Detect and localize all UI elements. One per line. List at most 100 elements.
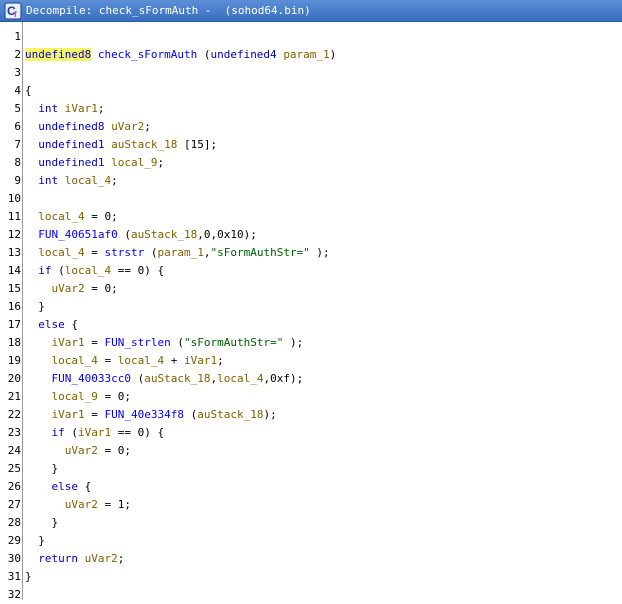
code-line[interactable]: 6 undefined8 uVar2;	[0, 118, 622, 136]
code-line[interactable]: 12 FUN_40651af0 (auStack_18,0,0x10);	[0, 226, 622, 244]
code-token[interactable]: FUN_40e334f8	[105, 408, 184, 421]
code-token[interactable]: uVar2	[85, 552, 118, 565]
code-line[interactable]: 24 uVar2 = 0;	[0, 442, 622, 460]
code-line[interactable]: 17 else {	[0, 316, 622, 334]
code-token[interactable]: uVar2	[65, 498, 98, 511]
code-line[interactable]: 31}	[0, 568, 622, 586]
code-token[interactable]: strstr	[104, 246, 144, 259]
code-token[interactable]: local_4	[217, 372, 263, 385]
code-line[interactable]: 7 undefined1 auStack_18 [15];	[0, 136, 622, 154]
code-line[interactable]: 1	[0, 28, 622, 46]
code-line[interactable]: 3	[0, 64, 622, 82]
code-token[interactable]: local_4	[118, 354, 164, 367]
window-titlebar[interactable]: C f Decompile: check_sFormAuth - (sohod6…	[0, 0, 622, 22]
code-line[interactable]: 5 int iVar1;	[0, 100, 622, 118]
code-token[interactable]: iVar1	[52, 336, 85, 349]
code-line[interactable]: 29 }	[0, 532, 622, 550]
code-text: undefined1 auStack_18 [15];	[25, 136, 217, 154]
code-line[interactable]: 32	[0, 586, 622, 604]
code-token[interactable]: iVar1	[184, 354, 217, 367]
code-text: undefined8 uVar2;	[25, 118, 151, 136]
line-number: 5	[14, 102, 21, 115]
code-token[interactable]: FUN_strlen	[105, 336, 171, 349]
code-token[interactable]: iVar1	[78, 426, 111, 439]
code-line[interactable]: 28 }	[0, 514, 622, 532]
code-token[interactable]: auStack_18	[111, 138, 177, 151]
line-number: 28	[7, 516, 21, 529]
code-token[interactable]: iVar1	[52, 408, 85, 421]
code-text: else {	[25, 478, 92, 496]
code-token[interactable]: local_4	[38, 210, 84, 223]
code-token[interactable]: FUN_40033cc0	[52, 372, 131, 385]
code-token[interactable]: local_4	[65, 174, 111, 187]
code-text: return uVar2;	[25, 550, 124, 568]
line-number: 14	[7, 264, 21, 277]
code-line[interactable]: 20 FUN_40033cc0 (auStack_18,local_4,0xf)…	[0, 370, 622, 388]
code-line[interactable]: 8 undefined1 local_9;	[0, 154, 622, 172]
code-token[interactable]: iVar1	[65, 102, 98, 115]
code-token[interactable]: local_4	[52, 354, 98, 367]
code-line[interactable]: 11 local_4 = 0;	[0, 208, 622, 226]
code-line[interactable]: 18 iVar1 = FUN_strlen ("sFormAuthStr=" )…	[0, 334, 622, 352]
code-token[interactable]: check_sFormAuth	[98, 48, 197, 61]
line-number: 18	[7, 336, 21, 349]
decompiler-code-view[interactable]: 1 2 undefined8 check_sFormAuth (undefined4…	[0, 22, 622, 601]
code-token[interactable]: auStack_18	[131, 228, 197, 241]
code-token: undefined1	[38, 138, 105, 151]
window-title: Decompile: check_sFormAuth - (sohod64.bi…	[26, 4, 311, 17]
code-text: undefined8 check_sFormAuth (undefined4 p…	[25, 46, 336, 64]
line-number: 20	[7, 372, 21, 385]
code-lines: 1 2 undefined8 check_sFormAuth (undefined4…	[0, 28, 622, 604]
code-token[interactable]: uVar2	[52, 282, 85, 295]
code-line[interactable]: 2 undefined8 check_sFormAuth (undefined4 …	[0, 46, 622, 64]
code-token: undefined8	[38, 120, 105, 133]
code-line[interactable]: 19 local_4 = local_4 + iVar1;	[0, 352, 622, 370]
line-number: 9	[14, 174, 21, 187]
code-line[interactable]: 26 else {	[0, 478, 622, 496]
code-token[interactable]: param_1	[157, 246, 203, 259]
code-token: ;	[111, 174, 118, 187]
line-number: 30	[7, 552, 21, 565]
code-token[interactable]: local_9	[52, 390, 98, 403]
code-token: (	[197, 48, 211, 61]
code-line[interactable]: 16 }	[0, 298, 622, 316]
code-line[interactable]: 25 }	[0, 460, 622, 478]
code-token[interactable]: auStack_18	[144, 372, 210, 385]
code-line[interactable]: 13 local_4 = strstr (param_1,"sFormAuthS…	[0, 244, 622, 262]
code-token[interactable]: local_4	[65, 264, 111, 277]
code-line[interactable]: 21 local_9 = 0;	[0, 388, 622, 406]
code-token[interactable]: uVar2	[65, 444, 98, 457]
code-token[interactable]: uVar2	[111, 120, 144, 133]
code-token[interactable]: FUN_40651af0	[38, 228, 117, 241]
code-line[interactable]: 23 if (iVar1 == 0) {	[0, 424, 622, 442]
code-line[interactable]: 4{	[0, 82, 622, 100]
code-token: undefined8	[25, 48, 92, 61]
code-token: (	[64, 426, 78, 439]
code-token: (	[183, 408, 198, 421]
code-line[interactable]: 30 return uVar2;	[0, 550, 622, 568]
code-token: }	[25, 516, 59, 529]
code-text: iVar1 = FUN_40e334f8 (auStack_18);	[25, 406, 277, 424]
code-line[interactable]: 10	[0, 190, 622, 208]
code-line[interactable]: 14 if (local_4 == 0) {	[0, 262, 622, 280]
code-token[interactable]: local_4	[38, 246, 84, 259]
line-number: 19	[7, 354, 21, 367]
code-token[interactable]: param_1	[283, 48, 329, 61]
code-token[interactable]: auStack_18	[197, 408, 263, 421]
code-token[interactable]: local_9	[111, 156, 157, 169]
code-line[interactable]: 9 int local_4;	[0, 172, 622, 190]
code-token: else	[51, 480, 79, 493]
code-line[interactable]: 27 uVar2 = 1;	[0, 496, 622, 514]
code-line[interactable]: 15 uVar2 = 0;	[0, 280, 622, 298]
code-line[interactable]: 22 iVar1 = FUN_40e334f8 (auStack_18);	[0, 406, 622, 424]
